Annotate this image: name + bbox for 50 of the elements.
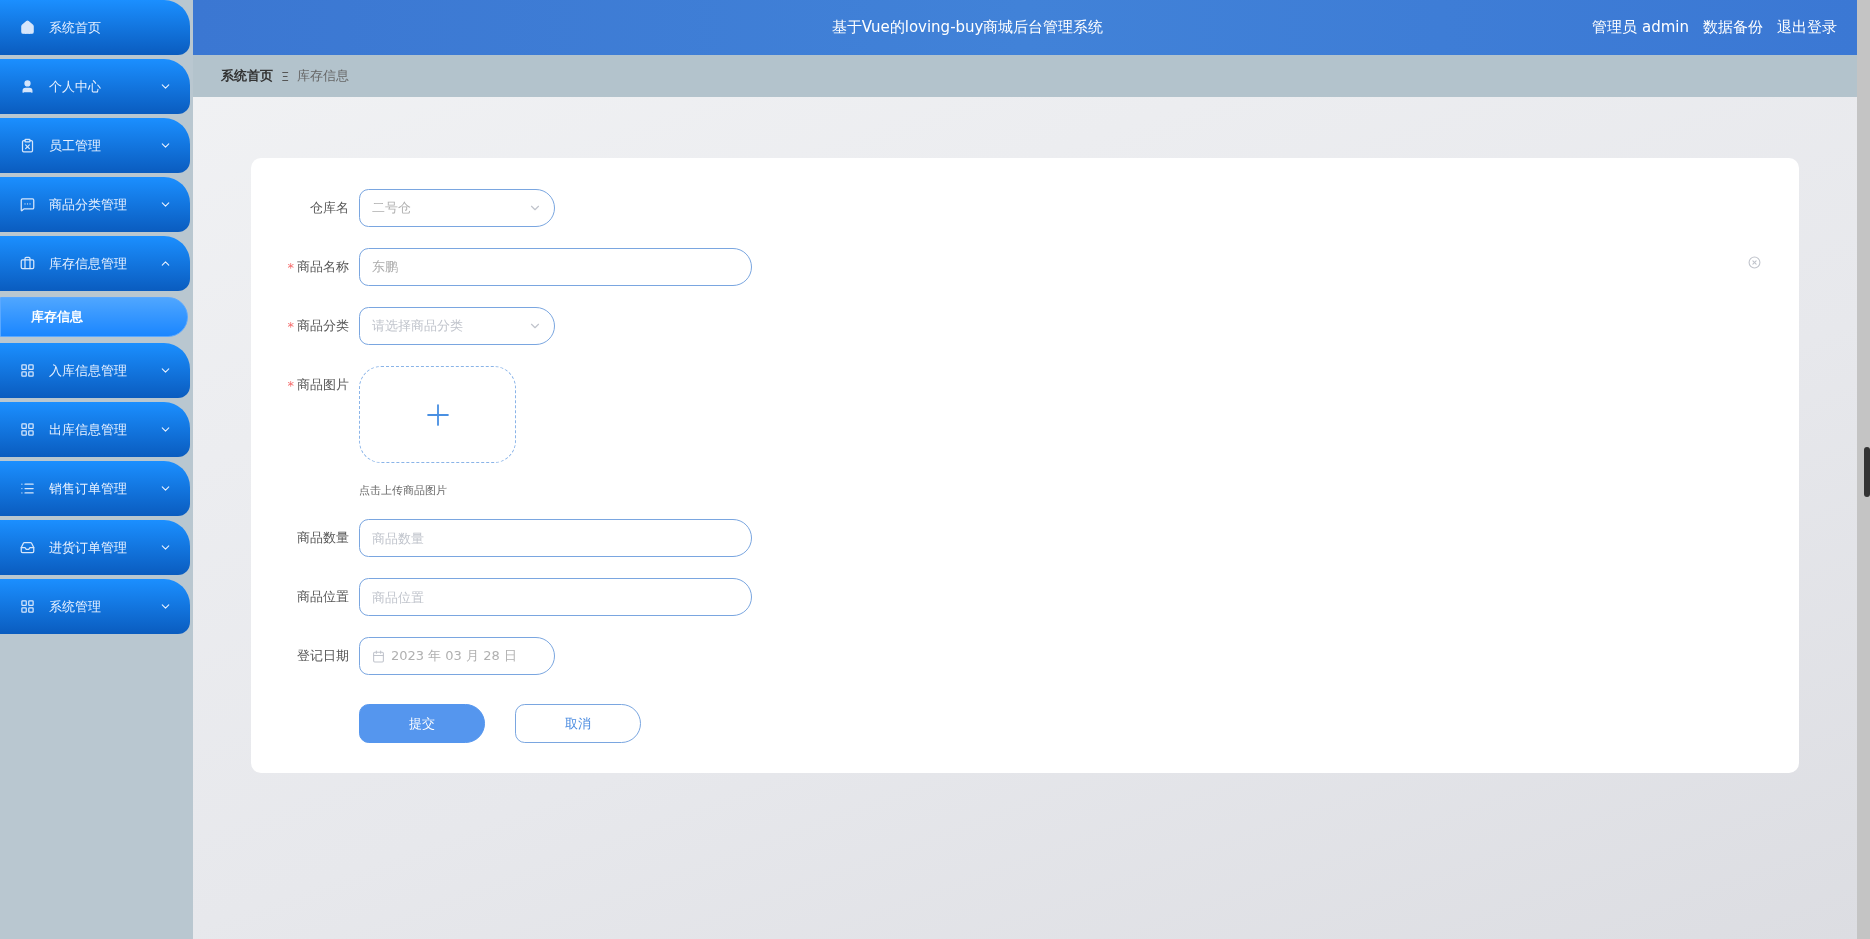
app-title: 基于Vue的loving-buy商城后台管理系统	[830, 18, 1105, 37]
menu-icon	[20, 422, 35, 437]
menu-icon	[20, 481, 35, 496]
upload-hint: 点击上传商品图片	[359, 483, 448, 498]
sidebar-item[interactable]: 销售订单管理	[0, 461, 190, 516]
breadcrumb-link[interactable]: 库存信息	[297, 67, 350, 85]
required-mark: *	[287, 318, 294, 334]
field-label: 商品数量	[297, 529, 349, 547]
sidebar-item[interactable]: 进货订单管理	[0, 520, 190, 575]
cancel-button[interactable]: 取消	[515, 704, 641, 743]
field-label: 商品图片	[297, 376, 349, 394]
sidebar-item[interactable]: 系统管理	[0, 579, 190, 634]
field-label: 商品分类	[297, 317, 349, 335]
header-link[interactable]: 数据备份	[1703, 18, 1763, 37]
required-mark: *	[287, 377, 294, 393]
menu-icon	[20, 599, 35, 614]
close-icon[interactable]	[1748, 256, 1761, 269]
sidebar-item[interactable]: 个人中心	[0, 59, 190, 114]
field-label: 商品名称	[297, 258, 349, 276]
date-field[interactable]: 2023 年 03 月 28 日	[359, 637, 555, 675]
header-link[interactable]: 管理员 admin	[1592, 18, 1689, 37]
sidebar-item[interactable]: 商品分类管理	[0, 177, 190, 232]
submenu-item[interactable]: 库存信息	[0, 297, 188, 337]
select-field[interactable]: 二号仓	[359, 189, 555, 227]
sidebar-item[interactable]: 系统首页	[0, 0, 190, 55]
breadcrumb-link[interactable]: 系统首页	[221, 67, 273, 85]
upload-area[interactable]	[359, 366, 516, 463]
menu-icon	[20, 197, 35, 212]
sidebar-item[interactable]: 员工管理	[0, 118, 190, 173]
required-mark: *	[287, 259, 294, 275]
field-label: 商品位置	[297, 588, 349, 606]
input-field[interactable]: 东鹏	[359, 248, 752, 286]
submit-button[interactable]: 提交	[359, 704, 485, 743]
sidebar-item[interactable]: 入库信息管理	[0, 343, 190, 398]
sidebar-item[interactable]: 出库信息管理	[0, 402, 190, 457]
menu-icon	[20, 256, 35, 271]
input-field[interactable]: 商品数量	[359, 519, 752, 557]
sidebar-item[interactable]: 库存信息管理	[0, 236, 190, 291]
field-label: 仓库名	[310, 199, 349, 217]
menu-icon	[20, 363, 35, 378]
menu-icon	[20, 79, 35, 94]
breadcrumb-separator: Ξ	[281, 68, 290, 84]
header-link[interactable]: 退出登录	[1777, 18, 1837, 37]
menu-icon	[20, 540, 35, 555]
field-label: 登记日期	[297, 647, 349, 665]
menu-icon	[20, 138, 35, 153]
calendar-icon	[372, 649, 385, 663]
input-field[interactable]: 商品位置	[359, 578, 752, 616]
scrollbar[interactable]	[1857, 0, 1870, 939]
menu-icon	[20, 20, 35, 35]
